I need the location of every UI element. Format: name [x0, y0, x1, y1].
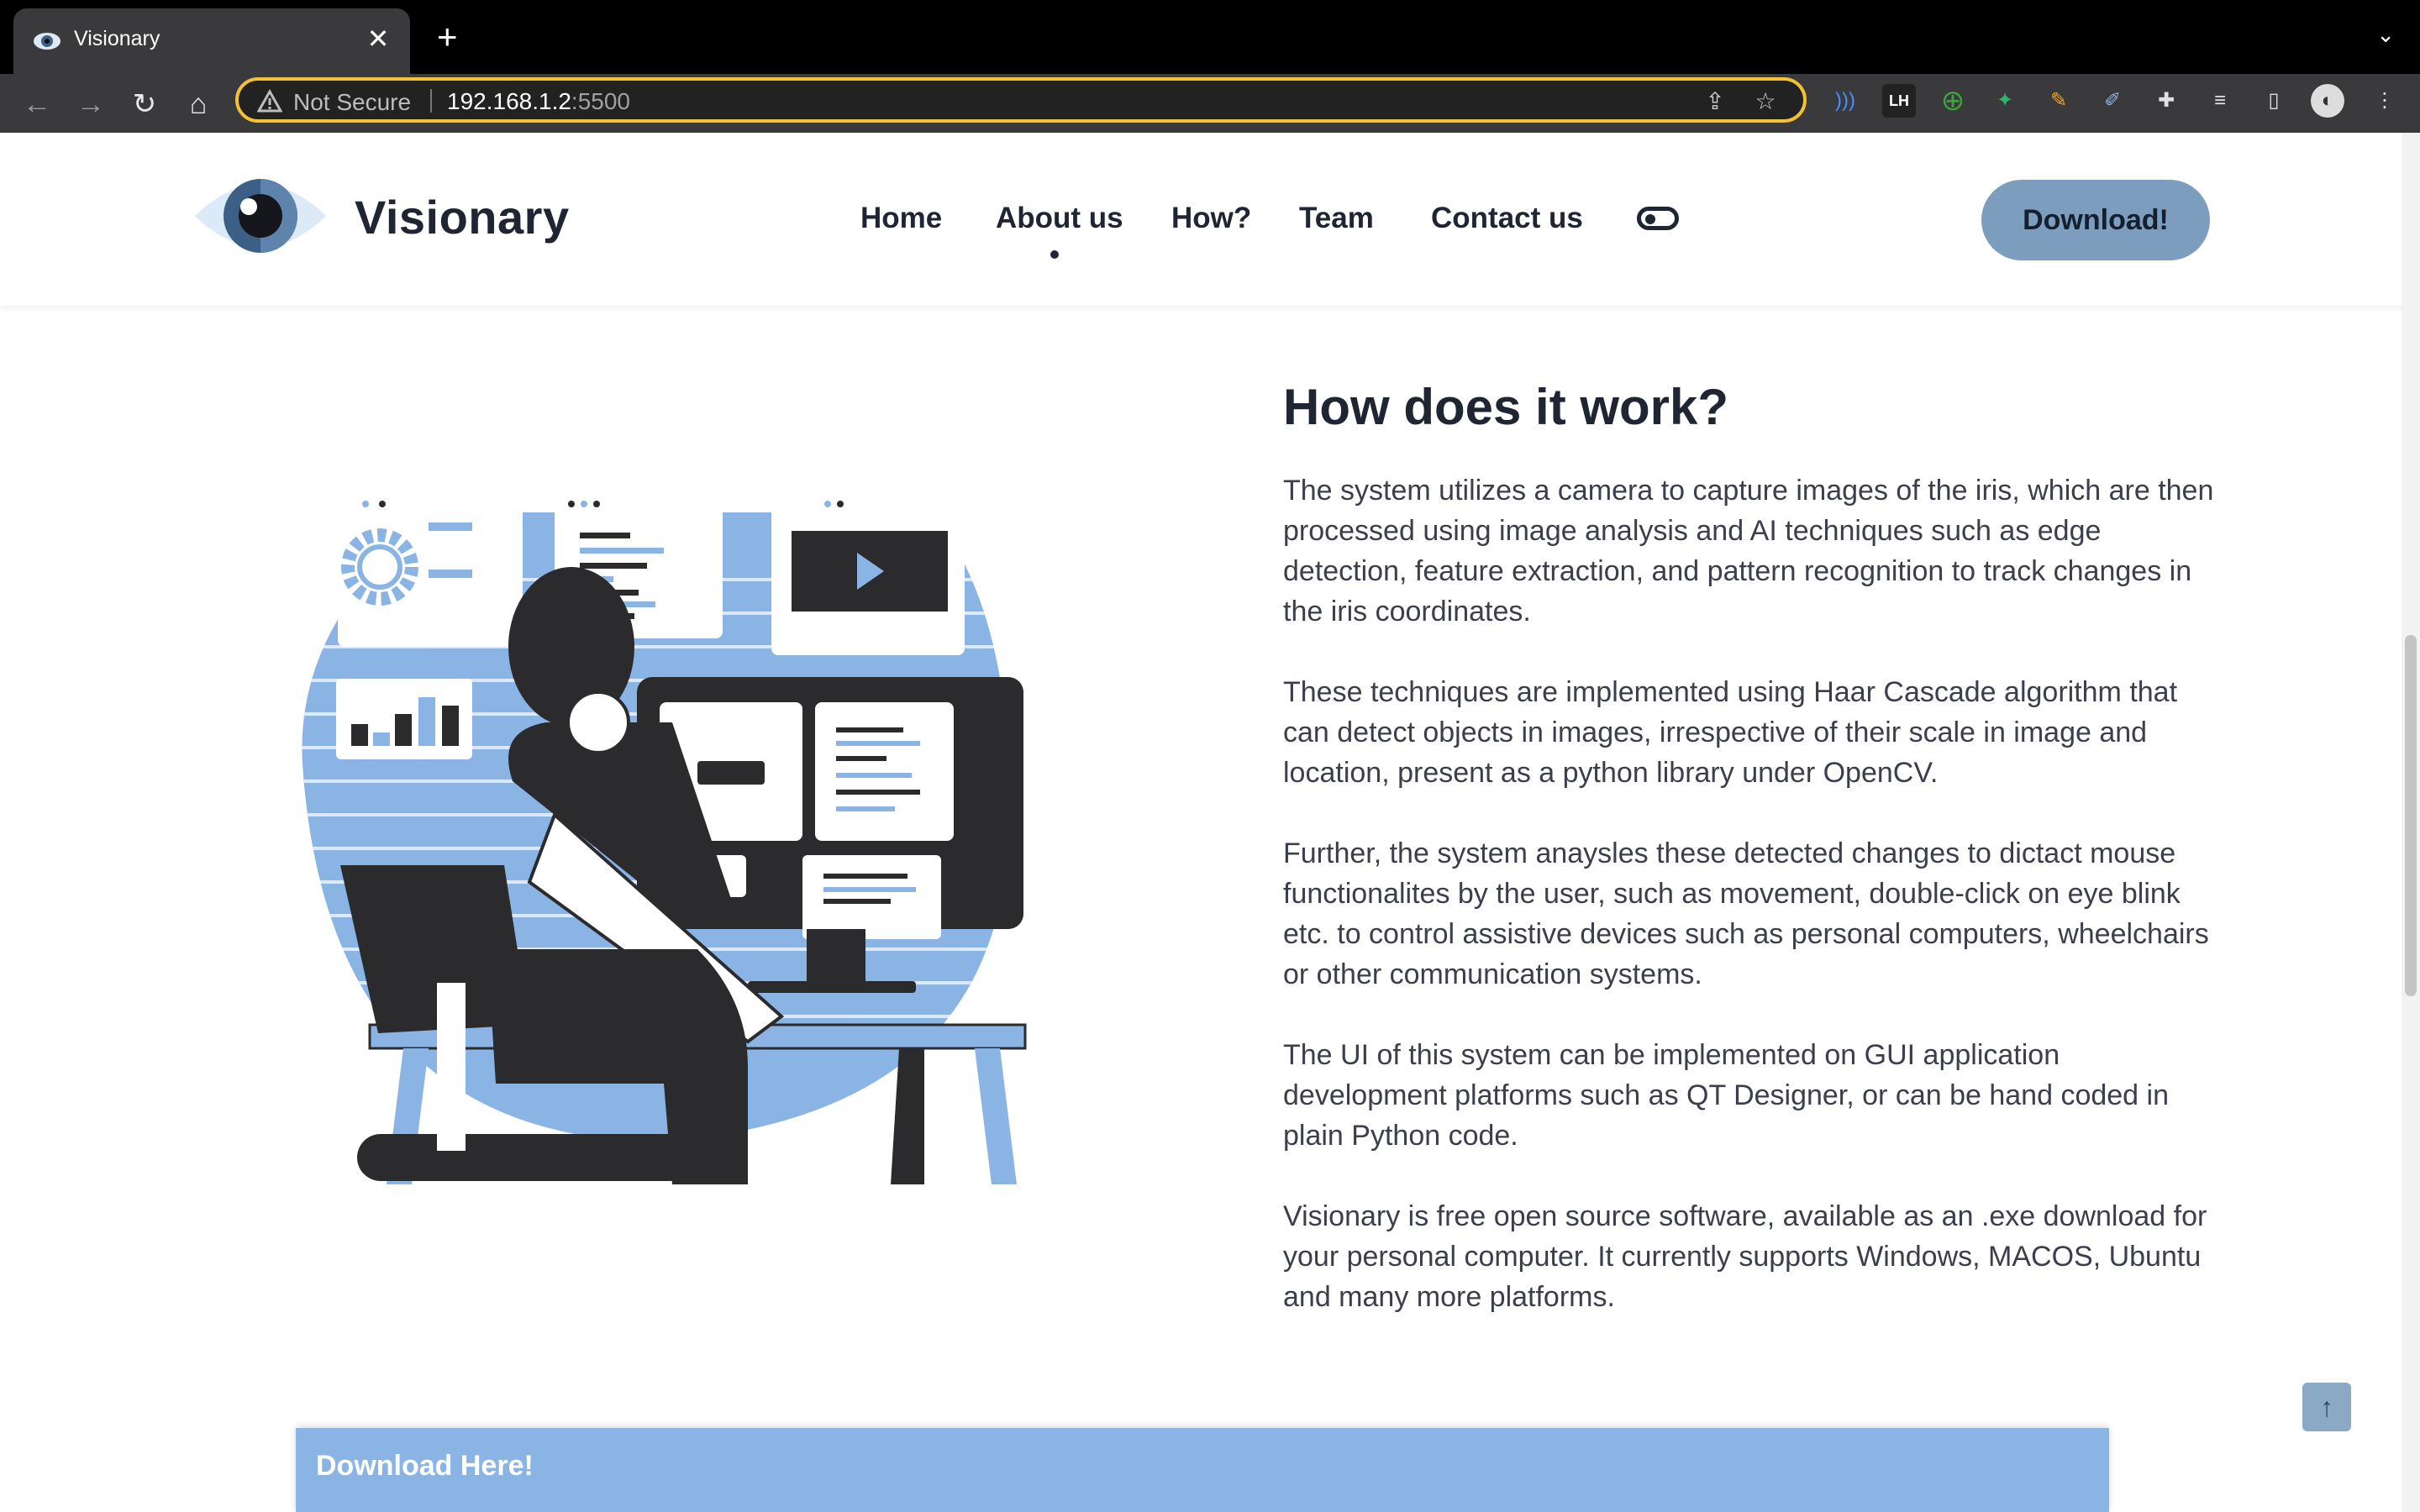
- browser-tab[interactable]: Visionary ✕: [13, 8, 410, 74]
- browser-toolbar: ← → ↻ ⌂ Not Secure 192.168.1.2:5500 ⇪ ☆ …: [0, 74, 2420, 133]
- nav-active-indicator: [1050, 250, 1059, 259]
- bookmark-star-icon[interactable]: ☆: [1751, 87, 1780, 116]
- theme-toggle[interactable]: [1637, 207, 1679, 230]
- paragraph-5: Visionary is free open source software, …: [1283, 1200, 2207, 1313]
- eye-logo-icon[interactable]: [193, 170, 328, 262]
- profile-avatar-icon[interactable]: ◐: [2311, 84, 2344, 118]
- address-divider: [430, 89, 432, 113]
- extension-pen-icon[interactable]: ✐: [2096, 84, 2129, 118]
- tab-title: Visionary: [74, 27, 160, 50]
- page-scrollbar-thumb[interactable]: [2405, 635, 2417, 996]
- address-bar[interactable]: Not Secure 192.168.1.2:5500 ⇪ ☆: [235, 77, 1807, 123]
- paragraph-3: Further, the system anaysles these detec…: [1283, 837, 2209, 990]
- download-section-banner: Download Here!: [296, 1428, 2109, 1512]
- browser-menu-icon[interactable]: ⋮: [2368, 84, 2402, 118]
- url-host: 192.168.1.2: [447, 88, 571, 114]
- paragraph-4: The UI of this system can be implemented…: [1283, 1039, 2169, 1152]
- section-heading: How does it work?: [1283, 379, 1729, 435]
- paragraph-2: These techniques are implemented using H…: [1283, 676, 2178, 789]
- side-panel-icon[interactable]: ▯: [2257, 84, 2291, 118]
- new-tab-button[interactable]: +: [437, 19, 458, 55]
- nav-team[interactable]: Team: [1299, 202, 1374, 235]
- forward-icon[interactable]: →: [72, 86, 109, 123]
- reading-list-icon[interactable]: ≡: [2203, 84, 2237, 118]
- warning-icon: [257, 89, 282, 113]
- tab-search-chevron-icon[interactable]: ⌄: [2376, 22, 2395, 48]
- url-port: :5500: [571, 88, 630, 114]
- back-icon[interactable]: ←: [18, 86, 55, 123]
- brand-name[interactable]: Visionary: [355, 190, 570, 244]
- site-header: Visionary Home About us How? Team Contac…: [0, 133, 2420, 306]
- share-icon[interactable]: ⇪: [1701, 87, 1729, 116]
- eye-favicon-icon: [34, 33, 60, 50]
- download-here-label[interactable]: Download Here!: [316, 1450, 534, 1483]
- url-text[interactable]: 192.168.1.2:5500: [447, 88, 630, 115]
- toggle-knob: [1645, 214, 1655, 224]
- nav-home[interactable]: Home: [860, 202, 942, 235]
- extension-plus-icon[interactable]: ⊕: [1936, 84, 1970, 118]
- nav-how[interactable]: How?: [1171, 202, 1251, 235]
- nav-contact[interactable]: Contact us: [1431, 202, 1583, 235]
- extensions-puzzle-icon[interactable]: ✚: [2149, 84, 2183, 118]
- security-status[interactable]: Not Secure: [293, 89, 411, 116]
- tab-close-icon[interactable]: ✕: [361, 22, 395, 55]
- nav-about[interactable]: About us: [996, 202, 1123, 235]
- extension-color-icon[interactable]: ✎: [2042, 84, 2075, 118]
- paragraph-1: The system utilizes a camera to capture …: [1283, 475, 2214, 627]
- home-icon[interactable]: ⌂: [180, 86, 217, 123]
- back-to-top-arrow-icon[interactable]: ↑: [2302, 1383, 2351, 1431]
- reload-icon[interactable]: ↻: [126, 86, 163, 123]
- extension-audio-icon[interactable]: ))): [1828, 84, 1862, 118]
- download-button[interactable]: Download!: [1981, 180, 2210, 260]
- extension-lh-icon[interactable]: LH: [1882, 84, 1916, 118]
- browser-tab-strip: Visionary ✕ + ⌄: [0, 0, 2420, 74]
- extension-bird-icon[interactable]: ✦: [1988, 84, 2022, 118]
- person-at-computer-illustration: [302, 501, 1027, 1184]
